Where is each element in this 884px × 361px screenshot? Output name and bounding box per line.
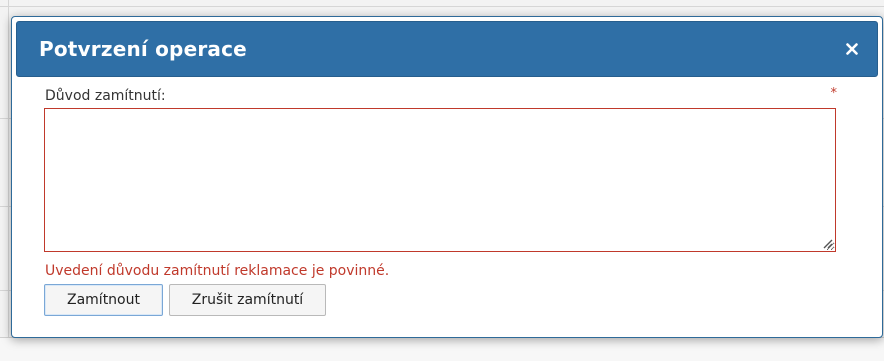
reject-button[interactable]: Zamítnout xyxy=(44,284,163,316)
background-table-strip xyxy=(0,337,884,361)
close-icon[interactable] xyxy=(841,38,863,60)
required-marker: * xyxy=(830,86,838,101)
background-row-divider xyxy=(0,6,884,7)
dialog-title: Potvrzení operace xyxy=(39,37,247,61)
background-column-divider xyxy=(8,0,9,361)
validation-error-message: Uvedení důvodu zamítnutí reklamace je po… xyxy=(45,263,390,279)
reason-field-label: Důvod zamítnutí: xyxy=(45,88,166,104)
dialog-header: Potvrzení operace xyxy=(16,21,878,77)
cancel-reject-button[interactable]: Zrušit zamítnutí xyxy=(169,284,326,316)
reason-field-label-row: Důvod zamítnutí: * xyxy=(45,86,838,108)
reason-textarea[interactable] xyxy=(44,108,836,252)
